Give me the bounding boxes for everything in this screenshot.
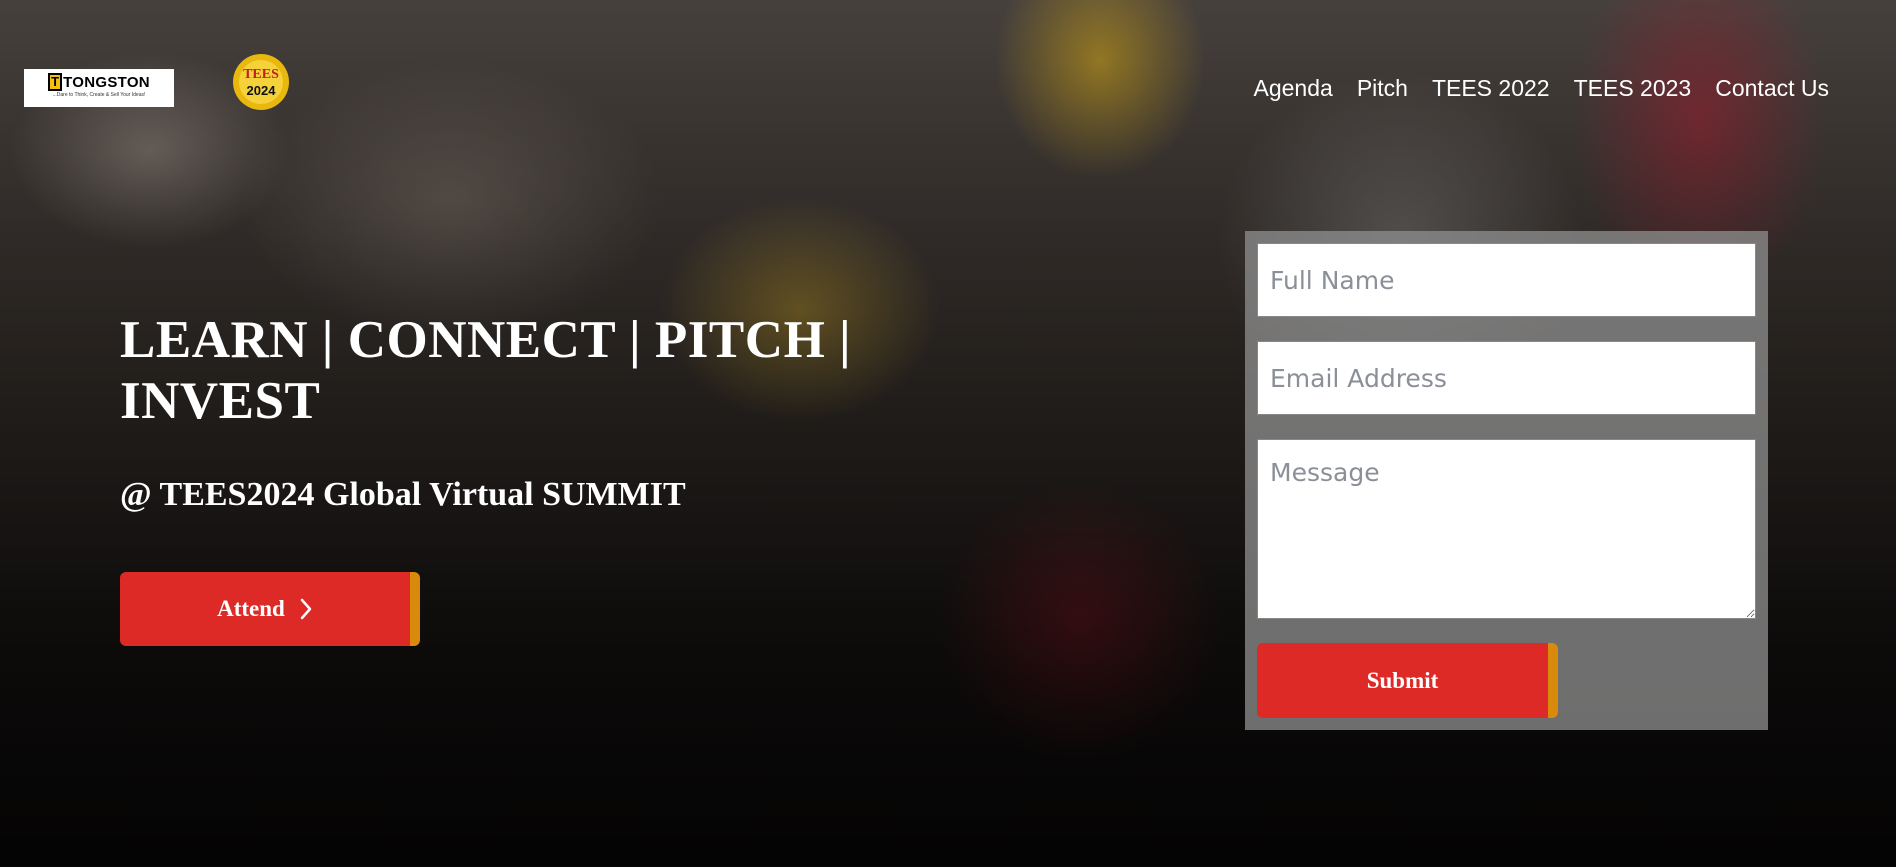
tees-2024-logo[interactable]: TEES 2024 [231,49,291,115]
hero-subheadline: @ TEES2024 Global Virtual SUMMIT [120,476,686,513]
submit-button[interactable]: Submit [1257,643,1558,718]
main-navigation: Agenda Pitch TEES 2022 TEES 2023 Contact… [1254,75,1830,102]
nav-item-pitch[interactable]: Pitch [1357,75,1408,102]
tongston-t-icon: T [48,73,63,91]
nav-item-tees-2022[interactable]: TEES 2022 [1432,75,1550,102]
tongston-logo[interactable]: T TONGSTON ...Dare to Think, Create & Se… [24,69,174,107]
svg-text:TEES: TEES [243,67,279,82]
nav-item-contact-us[interactable]: Contact Us [1715,75,1829,102]
hero-headline: LEARN | CONNECT | PITCH | INVEST [120,311,852,430]
tees-2024-badge-icon: TEES 2024 [233,54,289,110]
message-textarea[interactable] [1257,439,1756,619]
contact-form: Submit [1245,231,1768,730]
full-name-input[interactable] [1257,243,1756,317]
tongston-logo-text: TONGSTON [63,73,150,91]
tongston-logo-wordmark: T TONGSTON [48,73,150,91]
svg-text:2024: 2024 [247,83,277,98]
attend-button[interactable]: Attend [120,572,420,646]
email-input[interactable] [1257,341,1756,415]
attend-button-label: Attend [217,596,285,621]
nav-item-agenda[interactable]: Agenda [1254,75,1333,102]
hero-section: LEARN | CONNECT | PITCH | INVEST @ TEES2… [120,310,920,514]
nav-item-tees-2023[interactable]: TEES 2023 [1574,75,1692,102]
chevron-right-icon [300,598,312,620]
tongston-logo-tagline: ...Dare to Think, Create & Sell Your Ide… [52,92,146,98]
